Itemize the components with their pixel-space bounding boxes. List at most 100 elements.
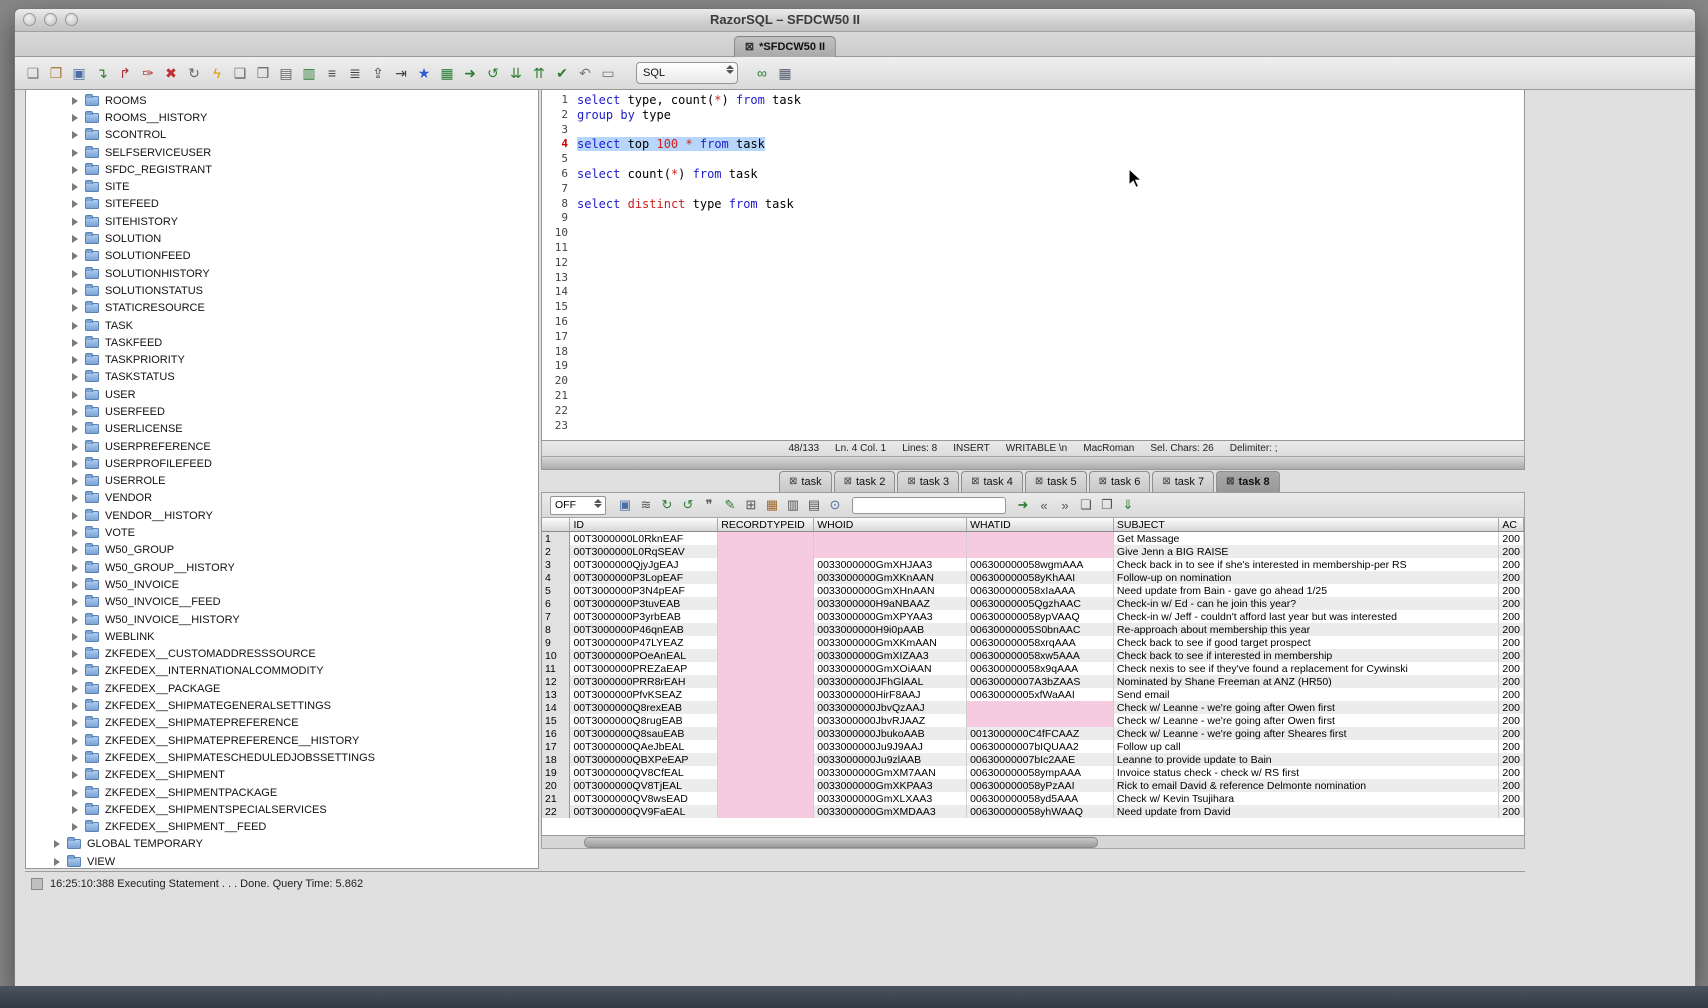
disclosure-triangle-icon[interactable]: [72, 200, 78, 208]
table-cell[interactable]: [967, 714, 1114, 727]
table-cell[interactable]: [718, 532, 814, 546]
table-cell[interactable]: [814, 545, 967, 558]
tree-item-solutionfeed[interactable]: SOLUTIONFEED: [26, 248, 538, 265]
disclosure-triangle-icon[interactable]: [72, 512, 78, 520]
execute-all-icon[interactable]: ↺: [483, 63, 503, 83]
table-cell[interactable]: 00T3000000P3yrbEAB: [570, 610, 718, 623]
table-cell[interactable]: 200: [1499, 701, 1524, 714]
table-tree[interactable]: ROOMSROOMS__HISTORYSCONTROLSELFSERVICEUS…: [25, 89, 539, 869]
table-cell[interactable]: 0033000000Ju9J9AAJ: [814, 740, 967, 753]
disclosure-triangle-icon[interactable]: [72, 771, 78, 779]
tree-item-vote[interactable]: VOTE: [26, 524, 538, 541]
table-row[interactable]: 900T3000000P47LYEAZ0033000000GmXKmAAN006…: [542, 636, 1524, 649]
row-number-cell[interactable]: 21: [542, 792, 570, 805]
table-cell[interactable]: Invoice status check - check w/ RS first: [1113, 766, 1499, 779]
table-cell[interactable]: 00T3000000L0RknEAF: [570, 532, 718, 546]
table-cell[interactable]: [718, 727, 814, 740]
table-cell[interactable]: 200: [1499, 688, 1524, 701]
table-cell[interactable]: 00T3000000PREZaEAP: [570, 662, 718, 675]
table-cell[interactable]: 0033000000H9i0pAAB: [814, 623, 967, 636]
table-cell[interactable]: 006300000058yPzAAI: [967, 779, 1114, 792]
disclosure-triangle-icon[interactable]: [72, 97, 78, 105]
fetch-next-icon[interactable]: ⇊: [506, 63, 526, 83]
undo-icon[interactable]: ↶: [575, 63, 595, 83]
table-row[interactable]: 600T3000000P3tuvEAB0033000000H9aNBAAZ006…: [542, 597, 1524, 610]
tree-item-userrole[interactable]: USERROLE: [26, 473, 538, 490]
disclosure-triangle-icon[interactable]: [72, 166, 78, 174]
disclosure-triangle-icon[interactable]: [72, 183, 78, 191]
tree-item-solutionstatus[interactable]: SOLUTIONSTATUS: [26, 282, 538, 299]
disclosure-triangle-icon[interactable]: [72, 789, 78, 797]
results-tab-task-2[interactable]: ⊠task 2: [834, 471, 896, 492]
tree-item-taskfeed[interactable]: TASKFEED: [26, 334, 538, 351]
execute-sql-icon[interactable]: ϟ: [207, 63, 227, 83]
table-cell[interactable]: 0033000000H9aNBAAZ: [814, 597, 967, 610]
table-cell[interactable]: 200: [1499, 675, 1524, 688]
table-cell[interactable]: 0033000000GmXPYAA3: [814, 610, 967, 623]
paste-icon[interactable]: ❒: [253, 63, 273, 83]
table-cell[interactable]: 200: [1499, 662, 1524, 675]
tree-item-zkfedex__package[interactable]: ZKFEDEX__PACKAGE: [26, 680, 538, 697]
table-cell[interactable]: 00T3000000Q8rugEAB: [570, 714, 718, 727]
table-cell[interactable]: [967, 545, 1114, 558]
disclosure-triangle-icon[interactable]: [72, 339, 78, 347]
max-rows-spinner[interactable]: OFF: [550, 496, 606, 515]
table-cell[interactable]: 200: [1499, 805, 1524, 818]
table-cell[interactable]: 0033000000JbvQzAAJ: [814, 701, 967, 714]
table-cell[interactable]: 0033000000JbvRJAAZ: [814, 714, 967, 727]
scrollbar-thumb[interactable]: [584, 837, 1098, 848]
table-row[interactable]: 1400T3000000Q8rexEAB0033000000JbvQzAAJCh…: [542, 701, 1524, 714]
disclosure-triangle-icon[interactable]: [72, 287, 78, 295]
tree-item-taskpriority[interactable]: TASKPRIORITY: [26, 351, 538, 368]
table-cell[interactable]: 00T3000000QV8CfEAL: [570, 766, 718, 779]
table-cell[interactable]: Leanne to provide update to Bain: [1113, 753, 1499, 766]
disclosure-triangle-icon[interactable]: [54, 858, 60, 866]
results-tab-task-5[interactable]: ⊠task 5: [1025, 471, 1087, 492]
disclosure-triangle-icon[interactable]: [72, 494, 78, 502]
table-row[interactable]: 1000T3000000POeAnEAL0033000000GmXIZAA300…: [542, 649, 1524, 662]
tab-close-icon[interactable]: ⊠: [1099, 477, 1107, 487]
form-view-icon[interactable]: ▤: [805, 496, 823, 514]
row-number-cell[interactable]: 4: [542, 571, 570, 584]
tree-item-zkfedex__shipmatescheduledjobssettings[interactable]: ZKFEDEX__SHIPMATESCHEDULEDJOBSSETTINGS: [26, 749, 538, 766]
table-cell[interactable]: Need update from Bain - gave go ahead 1/…: [1113, 584, 1499, 597]
table-cell[interactable]: [718, 610, 814, 623]
tree-item-solutionhistory[interactable]: SOLUTIONHISTORY: [26, 265, 538, 282]
table-cell[interactable]: 200: [1499, 623, 1524, 636]
table-cell[interactable]: 00T3000000QAeJbEAL: [570, 740, 718, 753]
row-number-cell[interactable]: 12: [542, 675, 570, 688]
table-cell[interactable]: 0033000000JbukoAAB: [814, 727, 967, 740]
disclosure-triangle-icon[interactable]: [72, 754, 78, 762]
table-cell[interactable]: 200: [1499, 649, 1524, 662]
table-cell[interactable]: [718, 636, 814, 649]
row-number-cell[interactable]: 6: [542, 597, 570, 610]
insert-row-icon[interactable]: ⊞: [742, 496, 760, 514]
table-cell[interactable]: Need update from David: [1113, 805, 1499, 818]
disclosure-triangle-icon[interactable]: [72, 270, 78, 278]
table-cell[interactable]: Check w/ Kevin Tsujihara: [1113, 792, 1499, 805]
tree-item-userpreference[interactable]: USERPREFERENCE: [26, 438, 538, 455]
disclosure-triangle-icon[interactable]: [72, 702, 78, 710]
table-cell[interactable]: [718, 701, 814, 714]
table-cell[interactable]: Give Jenn a BIG RAISE: [1113, 545, 1499, 558]
table-row[interactable]: 400T3000000P3LopEAF0033000000GmXKnAAN006…: [542, 571, 1524, 584]
table-cell[interactable]: 0013000000C4fFCAAZ: [967, 727, 1114, 740]
rerun-edit-icon[interactable]: ↺: [679, 496, 697, 514]
zoom-button[interactable]: [65, 13, 78, 26]
table-search-icon[interactable]: ▦: [437, 63, 457, 83]
tree-item-userprofilefeed[interactable]: USERPROFILEFEED: [26, 455, 538, 472]
disclosure-triangle-icon[interactable]: [72, 322, 78, 330]
disclosure-triangle-icon[interactable]: [72, 806, 78, 814]
results-tab-task[interactable]: ⊠task: [779, 471, 832, 492]
disclosure-triangle-icon[interactable]: [72, 425, 78, 433]
table-cell[interactable]: Nominated by Shane Freeman at ANZ (HR50): [1113, 675, 1499, 688]
table-cell[interactable]: 00T3000000QV9FaEAL: [570, 805, 718, 818]
uppercase-icon[interactable]: ⇪: [368, 63, 388, 83]
disclosure-triangle-icon[interactable]: [72, 823, 78, 831]
disclosure-triangle-icon[interactable]: [72, 667, 78, 675]
table-cell[interactable]: 00630000007bIQUAA2: [967, 740, 1114, 753]
table-cell[interactable]: 0033000000GmXOiAAN: [814, 662, 967, 675]
table-cell[interactable]: 200: [1499, 558, 1524, 571]
splitter-handle[interactable]: [541, 457, 1525, 470]
row-number-cell[interactable]: 16: [542, 727, 570, 740]
